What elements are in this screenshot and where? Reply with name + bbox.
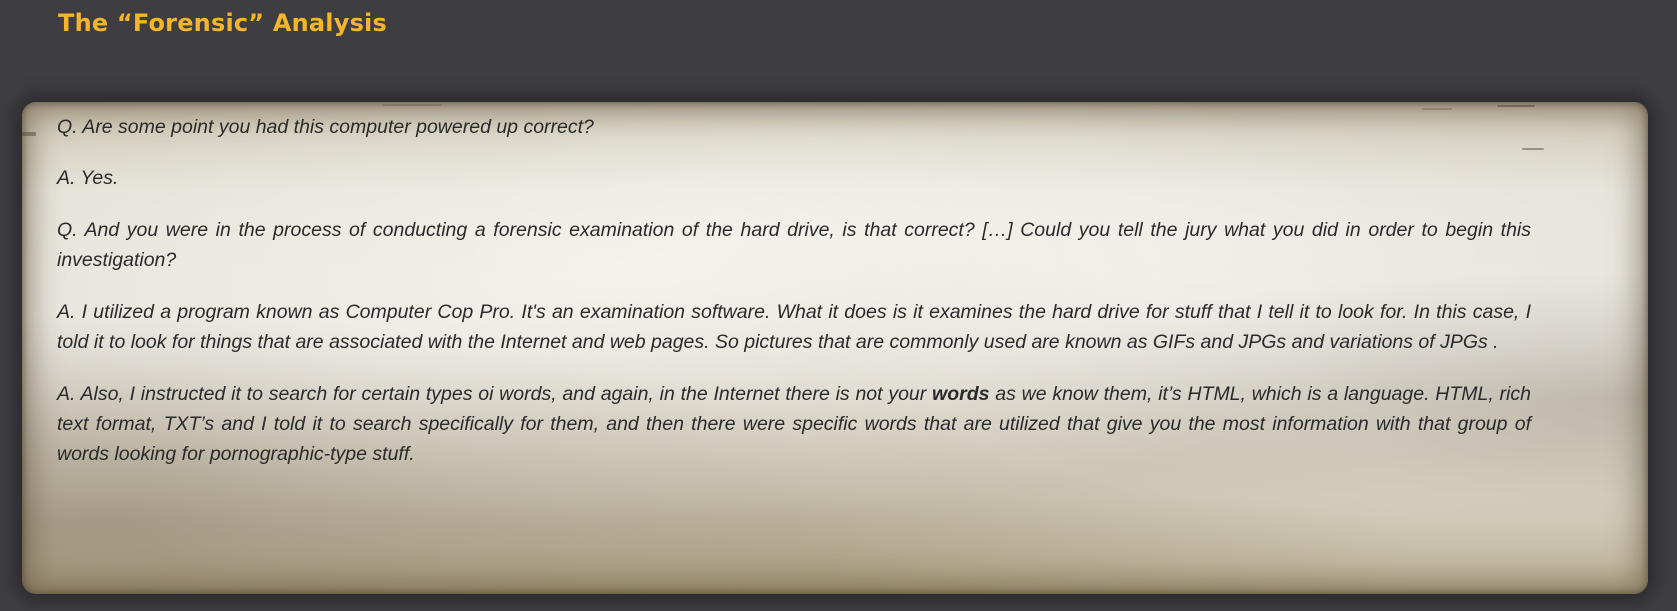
testimony-transcript: Q. Are some point you had this computer … (57, 112, 1531, 491)
scratch-mark (1497, 105, 1535, 107)
answer-3: A. Also, I instructed it to search for c… (57, 379, 1531, 469)
question-2: Q. And you were in the process of conduc… (57, 219, 1531, 271)
scratch-mark (1422, 108, 1452, 110)
scratch-mark (382, 104, 442, 106)
answer-3-emphasis: words (932, 383, 990, 405)
question-1: Q. Are some point you had this computer … (57, 116, 594, 138)
scratch-mark (22, 132, 36, 136)
answer-1: A. Yes. (57, 167, 119, 189)
answer-3-text-before: A. Also, I instructed it to search for c… (57, 383, 933, 405)
answer-2: A. I utilized a program known as Compute… (57, 301, 1531, 353)
slide-title: The “Forensic” Analysis (58, 9, 387, 37)
